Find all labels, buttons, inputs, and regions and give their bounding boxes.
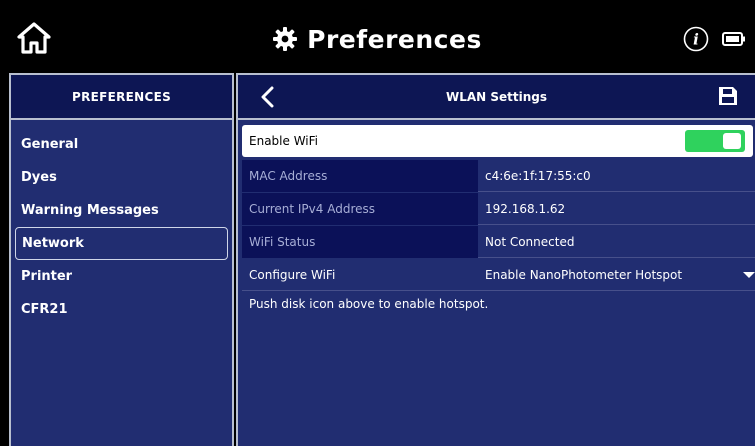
- enable-wifi-toggle[interactable]: [685, 130, 745, 152]
- panel-title: WLAN Settings: [445, 89, 548, 104]
- mac-address-value: c4:6e:1f:17:55:c0: [478, 160, 755, 192]
- sidebar-item-dyes[interactable]: Dyes: [15, 161, 228, 194]
- sidebar-header: PREFERENCES: [11, 75, 232, 120]
- wlan-settings-panel: WLAN Settings Enable WiFi MAC Address c4…: [236, 73, 755, 446]
- configure-wifi-row: Configure WiFi Enable NanoPhotometer Hot…: [242, 259, 755, 291]
- configure-wifi-select[interactable]: Enable NanoPhotometer Hotspot: [478, 259, 755, 291]
- top-bar: Preferences i: [0, 0, 755, 72]
- preferences-sidebar: PREFERENCES General Dyes Warning Message…: [9, 73, 234, 446]
- title-area: Preferences: [0, 22, 755, 56]
- configure-wifi-value: Enable NanoPhotometer Hotspot: [485, 267, 683, 282]
- hotspot-hint: Push disk icon above to enable hotspot.: [249, 297, 489, 311]
- panel-header: WLAN Settings: [238, 75, 755, 120]
- info-icon[interactable]: i: [683, 26, 709, 52]
- mac-address-row: MAC Address c4:6e:1f:17:55:c0: [242, 160, 755, 192]
- battery-icon: [722, 32, 745, 46]
- wifi-status-row: WiFi Status Not Connected: [242, 226, 755, 258]
- gear-icon: [273, 27, 298, 51]
- save-disk-icon[interactable]: [718, 86, 738, 106]
- sidebar-item-general[interactable]: General: [15, 128, 228, 161]
- sidebar-list: General Dyes Warning Messages Network Pr…: [11, 120, 232, 326]
- svg-text:i: i: [693, 31, 699, 49]
- ipv4-address-row: Current IPv4 Address 192.168.1.62: [242, 193, 755, 225]
- sidebar-item-network[interactable]: Network: [15, 227, 228, 260]
- sidebar-item-cfr21[interactable]: CFR21: [15, 293, 228, 326]
- enable-wifi-row[interactable]: Enable WiFi: [242, 125, 753, 157]
- ipv4-address-label: Current IPv4 Address: [242, 193, 478, 225]
- dropdown-caret-icon: [743, 272, 755, 278]
- configure-wifi-label: Configure WiFi: [242, 259, 478, 291]
- toggle-knob: [723, 133, 741, 149]
- ipv4-address-value: 192.168.1.62: [478, 193, 755, 225]
- mac-address-label: MAC Address: [242, 160, 478, 192]
- enable-wifi-label: Enable WiFi: [249, 134, 318, 148]
- sidebar-item-warning-messages[interactable]: Warning Messages: [15, 194, 228, 227]
- wifi-status-label: WiFi Status: [242, 226, 478, 258]
- wifi-status-value: Not Connected: [478, 226, 755, 258]
- page-title: Preferences: [307, 24, 482, 54]
- sidebar-item-printer[interactable]: Printer: [15, 260, 228, 293]
